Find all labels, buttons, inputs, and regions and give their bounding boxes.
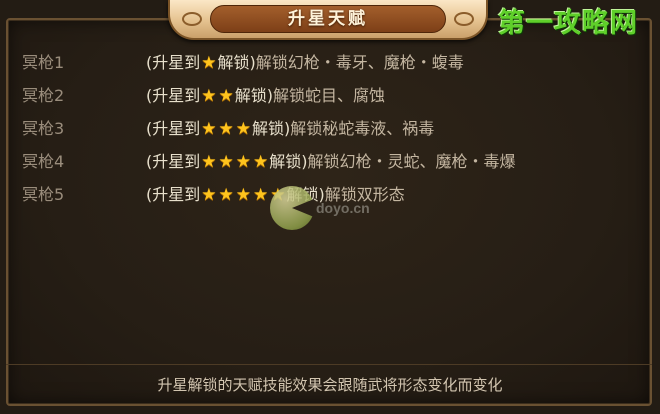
unlock-close: 解锁) (234, 86, 273, 105)
star-icon: ★ (201, 119, 217, 139)
talent-row-label: 冥枪2 (22, 86, 65, 105)
star-icon: ★ (218, 152, 234, 172)
star-icon: ★ (218, 119, 234, 139)
ornament-left-icon (182, 12, 202, 26)
unlock-open: (升星到 (146, 185, 201, 204)
talent-row-label: 冥枪3 (22, 119, 65, 138)
talent-description: 解锁蛇目、腐蚀 (273, 86, 386, 105)
star-icon: ★ (218, 185, 234, 205)
unlock-open: (升星到 (146, 119, 201, 138)
star-icon: ★ (201, 53, 217, 73)
talent-row-text: (升星到★解锁)解锁幻枪・毒牙、魔枪・蝮毒 (146, 51, 464, 75)
star-icon: ★ (218, 86, 234, 106)
unlock-open: (升星到 (146, 152, 201, 171)
unlock-open: (升星到 (146, 86, 201, 105)
logo-mouth-icon (292, 199, 314, 217)
doyo-logo: doyo.cn (270, 186, 380, 230)
talent-row-label: 冥枪5 (22, 185, 65, 204)
star-rating: ★ ★ (200, 84, 235, 108)
star-rating: ★ ★ ★ (200, 117, 252, 141)
talent-row-label: 冥枪1 (22, 53, 65, 72)
star-icon: ★ (235, 185, 251, 205)
footer-note: 升星解锁的天赋技能效果会跟随武将形态变化而变化 (157, 376, 503, 394)
footer-divider (6, 364, 652, 365)
star-icon: ★ (235, 152, 251, 172)
talent-row-text: (升星到★ ★ ★ ★解锁)解锁幻枪・灵蛇、魔枪・毒爆 (146, 150, 516, 174)
star-icon: ★ (253, 152, 269, 172)
unlock-open: (升星到 (146, 53, 201, 72)
panel-title: 升星天赋 (288, 9, 368, 29)
star-icon: ★ (253, 185, 269, 205)
star-rating: ★ (200, 51, 217, 75)
star-icon: ★ (201, 152, 217, 172)
title-plate: 升星天赋 (168, 0, 488, 40)
talent-description: 解锁秘蛇毒液、祸毒 (290, 119, 435, 138)
title-banner: 升星天赋 (210, 5, 446, 33)
ornament-right-icon (454, 12, 474, 26)
logo-text: doyo.cn (316, 200, 370, 216)
talent-row-label: 冥枪4 (22, 152, 65, 171)
site-watermark: 第一攻略网 (498, 8, 638, 39)
unlock-close: 解锁) (252, 119, 291, 138)
talent-description: 解锁幻枪・毒牙、魔枪・蝮毒 (255, 53, 464, 72)
unlock-close: 解锁) (269, 152, 308, 171)
star-icon: ★ (201, 86, 217, 106)
star-rating: ★ ★ ★ ★ (200, 150, 269, 174)
star-icon: ★ (235, 119, 251, 139)
unlock-close: 解锁) (217, 53, 256, 72)
talent-row-text: (升星到★ ★解锁)解锁蛇目、腐蚀 (146, 84, 385, 108)
talent-description: 解锁幻枪・灵蛇、魔枪・毒爆 (307, 152, 516, 171)
talent-row-text: (升星到★ ★ ★解锁)解锁秘蛇毒液、祸毒 (146, 117, 434, 141)
star-icon: ★ (201, 185, 217, 205)
